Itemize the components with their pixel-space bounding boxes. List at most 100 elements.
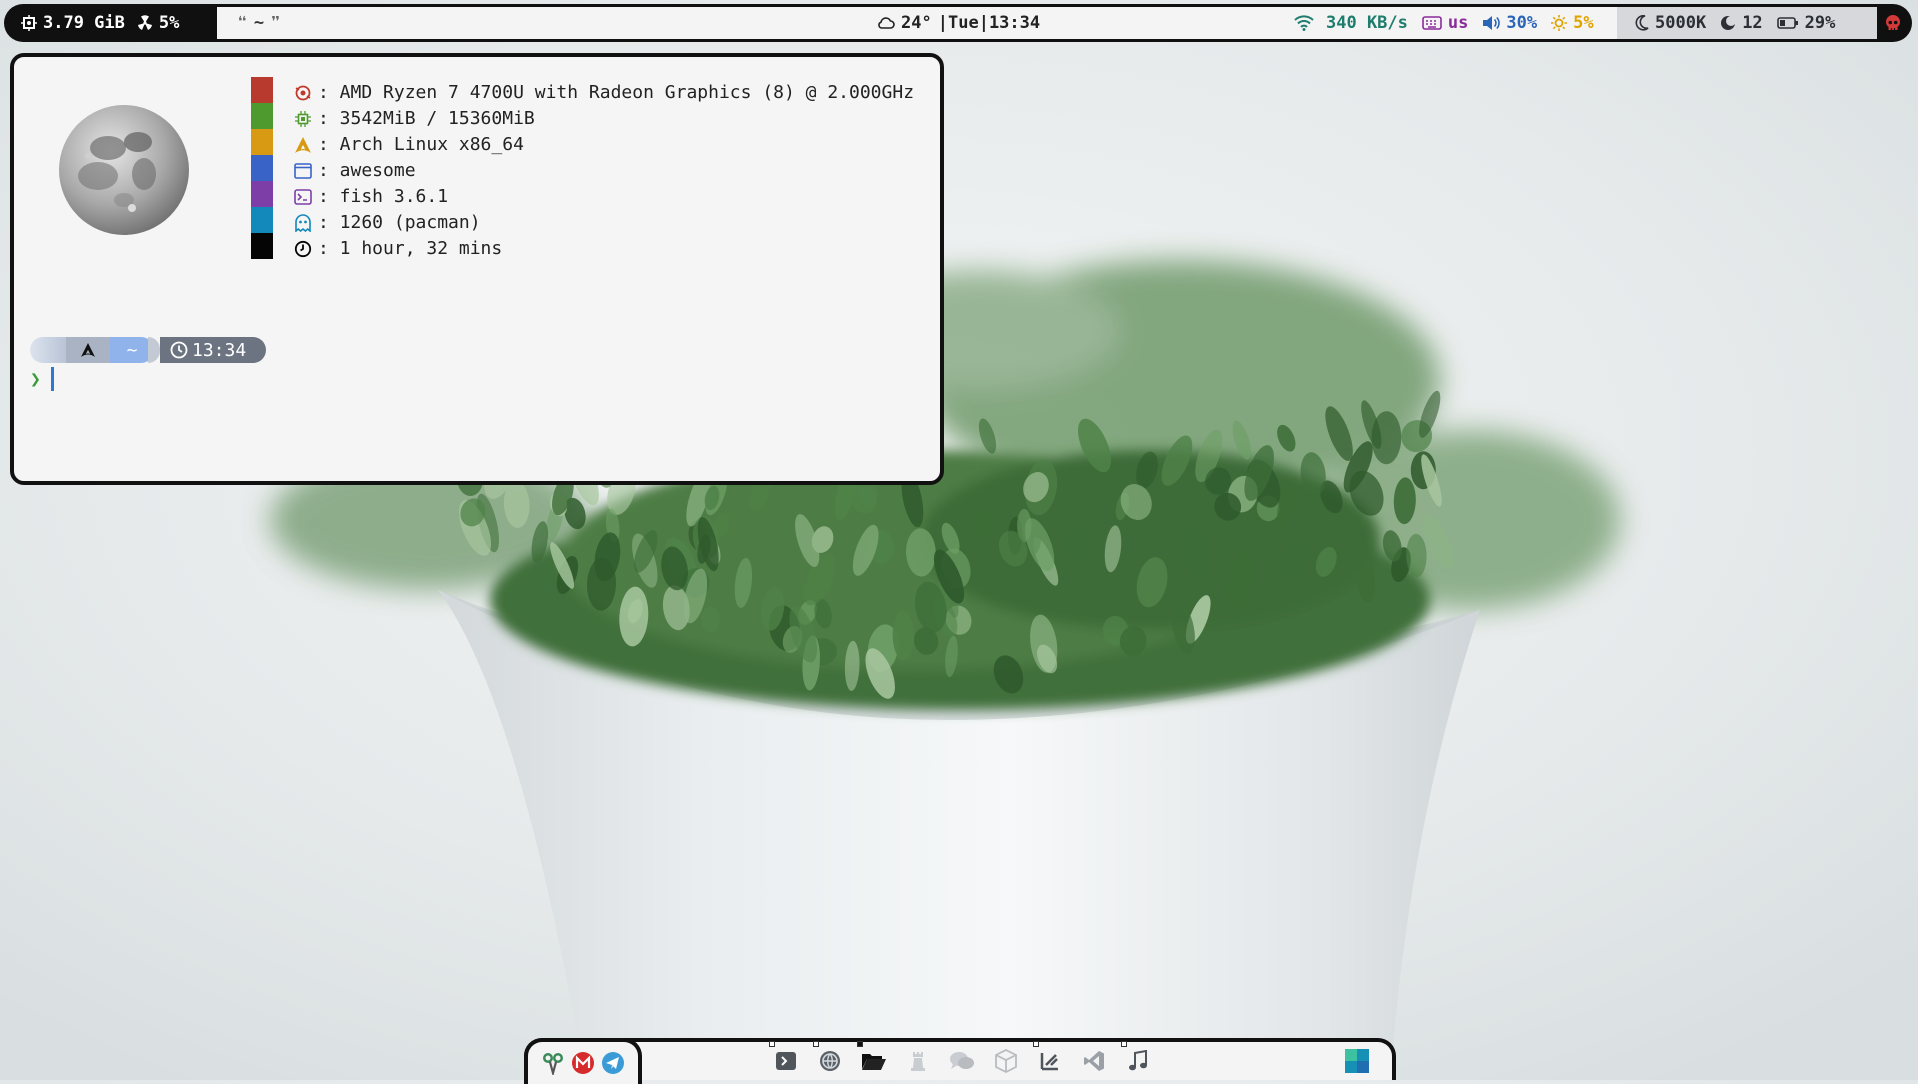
browser-icon bbox=[820, 1051, 840, 1071]
dock-app-packages[interactable] bbox=[993, 1048, 1019, 1074]
palette-swatch bbox=[251, 77, 273, 103]
info-text: : fish 3.6.1 bbox=[318, 186, 449, 207]
mail-icon[interactable] bbox=[571, 1051, 595, 1075]
moon-phase-widget[interactable]: 12 bbox=[1720, 13, 1763, 33]
editor-icon bbox=[1040, 1053, 1058, 1071]
dock bbox=[524, 1038, 1396, 1084]
memory-value: 3.79 GiB bbox=[43, 13, 125, 33]
dock-app-browser[interactable] bbox=[813, 1041, 843, 1074]
dock-app-editor[interactable] bbox=[1033, 1041, 1063, 1074]
info-row: : 1260 (pacman) bbox=[292, 210, 914, 236]
skull-icon bbox=[1886, 15, 1900, 30]
status-widgets: 340 KB/s us 30% 5% bbox=[1294, 7, 1594, 39]
quote-text: ~ bbox=[253, 13, 265, 33]
clock-separator: | bbox=[978, 13, 989, 33]
moon-logo bbox=[59, 105, 189, 235]
prompt-os-segment bbox=[66, 337, 110, 363]
volume-widget[interactable]: 30% bbox=[1482, 13, 1537, 33]
network-widget[interactable]: 340 KB/s bbox=[1294, 13, 1408, 33]
weather-temp: 24° bbox=[901, 13, 932, 33]
palette-swatch bbox=[251, 207, 273, 233]
ghost-package-icon bbox=[292, 214, 314, 232]
keyboard-widget[interactable]: us bbox=[1422, 13, 1468, 33]
command-line[interactable]: ❯ bbox=[30, 367, 54, 391]
moon-phase-value: 12 bbox=[1742, 13, 1763, 33]
color-temp-widget[interactable]: 5000K bbox=[1635, 13, 1706, 33]
dock-app-files[interactable] bbox=[857, 1041, 887, 1074]
shell-prompt: ~ 13:34 bbox=[30, 337, 267, 363]
moon-phase-icon bbox=[1721, 16, 1737, 30]
power-widget[interactable] bbox=[1877, 7, 1909, 39]
cpu-icon bbox=[21, 15, 37, 31]
info-text: : awesome bbox=[318, 160, 416, 181]
info-text: : 3542MiB / 15360MiB bbox=[318, 108, 535, 129]
sun-icon bbox=[1551, 15, 1568, 31]
top-panel: 3.79 GiB 5% ❝ ~ ❞ 24° | Tue | 13:34 340 … bbox=[4, 4, 1912, 42]
info-text: : Arch Linux x86_64 bbox=[318, 134, 524, 155]
radioactive-icon bbox=[137, 15, 152, 30]
keyboard-layout: us bbox=[1447, 13, 1469, 33]
memory-widget[interactable]: 3.79 GiB bbox=[21, 13, 125, 33]
palette-swatch bbox=[251, 181, 273, 207]
prompt-fade bbox=[30, 337, 66, 363]
dock-app-vscode[interactable] bbox=[1081, 1048, 1107, 1074]
vscode-icon bbox=[1084, 1051, 1104, 1071]
palette-swatch bbox=[251, 233, 273, 259]
system-info: : AMD Ryzen 7 4700U with Radeon Graphics… bbox=[292, 80, 914, 262]
dock-tray bbox=[524, 1038, 642, 1084]
info-text: : AMD Ryzen 7 4700U with Radeon Graphics… bbox=[318, 82, 915, 103]
memory-chip-icon bbox=[292, 111, 314, 127]
terminal-window[interactable]: : AMD Ryzen 7 4700U with Radeon Graphics… bbox=[10, 53, 944, 485]
dock-apps bbox=[769, 1041, 1151, 1074]
text-cursor bbox=[50, 367, 54, 391]
cpu-widget[interactable]: 5% bbox=[137, 13, 179, 33]
clock-separator: | bbox=[937, 13, 948, 33]
prompt-separator bbox=[148, 337, 160, 363]
network-speed: 340 KB/s bbox=[1326, 13, 1408, 33]
chat-icon bbox=[950, 1052, 974, 1069]
info-row: : 1 hour, 32 mins bbox=[292, 236, 914, 262]
system-area: 5000K 12 29% bbox=[1617, 7, 1877, 39]
prompt-time: 13:34 bbox=[192, 339, 247, 361]
scissors-tool-icon[interactable] bbox=[541, 1051, 565, 1075]
wifi-icon bbox=[1294, 15, 1314, 31]
file-manager-icon bbox=[862, 1054, 886, 1070]
battery-icon bbox=[1776, 17, 1798, 29]
battery-value: 29% bbox=[1804, 13, 1836, 33]
system-stats: 3.79 GiB 5% bbox=[7, 7, 212, 39]
info-row: : Arch Linux x86_64 bbox=[292, 132, 914, 158]
tile-layout-icon[interactable] bbox=[1344, 1048, 1370, 1074]
clock-widget[interactable]: 24° | Tue | 13:34 bbox=[877, 7, 1040, 39]
info-row: : awesome bbox=[292, 158, 914, 184]
cloud-icon bbox=[878, 17, 895, 29]
terminal-icon bbox=[292, 189, 314, 205]
prompt-time-segment: 13:34 bbox=[160, 337, 267, 363]
dock-app-chat[interactable] bbox=[949, 1048, 975, 1074]
dock-app-terminal[interactable] bbox=[769, 1041, 799, 1074]
prompt-chevron: ❯ bbox=[30, 368, 41, 390]
info-row: : fish 3.6.1 bbox=[292, 184, 914, 210]
chess-icon bbox=[911, 1052, 925, 1071]
brightness-widget[interactable]: 5% bbox=[1551, 13, 1594, 33]
music-icon bbox=[1129, 1050, 1147, 1071]
quote-open-icon: ❝ bbox=[237, 12, 248, 34]
dock-app-music[interactable] bbox=[1121, 1041, 1151, 1074]
color-palette bbox=[251, 77, 273, 259]
info-row: : 3542MiB / 15360MiB bbox=[292, 106, 914, 132]
telegram-icon[interactable] bbox=[601, 1051, 625, 1075]
dock-app-chess[interactable] bbox=[905, 1048, 931, 1074]
battery-widget[interactable]: 29% bbox=[1776, 13, 1836, 33]
window-icon bbox=[292, 163, 314, 179]
palette-swatch bbox=[251, 155, 273, 181]
terminal-icon bbox=[776, 1052, 796, 1070]
info-text: : 1 hour, 32 mins bbox=[318, 238, 503, 259]
clock-day: Tue bbox=[947, 13, 979, 33]
quote-close-icon: ❞ bbox=[270, 12, 281, 34]
clock-time: 13:34 bbox=[988, 13, 1041, 33]
package-icon bbox=[995, 1049, 1017, 1073]
volume-icon bbox=[1483, 16, 1501, 30]
clock-icon bbox=[292, 240, 314, 258]
cpu-value: 5% bbox=[158, 13, 180, 33]
info-row: : AMD Ryzen 7 4700U with Radeon Graphics… bbox=[292, 80, 914, 106]
keyboard-icon bbox=[1422, 16, 1442, 30]
